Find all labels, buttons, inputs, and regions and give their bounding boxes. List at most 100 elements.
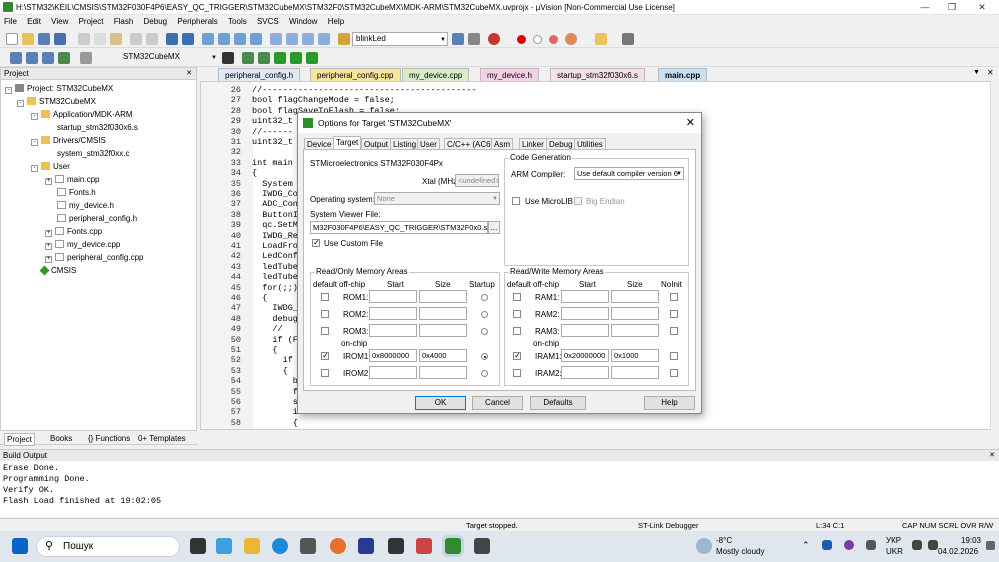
irom1-startup-radio[interactable] (481, 353, 488, 360)
collapse-icon[interactable]: - (31, 113, 38, 120)
copy-icon[interactable] (94, 33, 106, 45)
tab-books[interactable]: Books (50, 433, 72, 444)
rom2-start-input[interactable] (369, 307, 417, 320)
editor-horizontal-scrollbar[interactable] (200, 430, 999, 442)
menu-debug[interactable]: Debug (140, 15, 172, 29)
edge-icon[interactable] (272, 538, 288, 554)
nav-forward-icon[interactable] (182, 33, 194, 45)
expand-icon[interactable]: + (45, 256, 52, 263)
tab-project[interactable]: Project (4, 433, 35, 446)
irom2-start-input[interactable] (369, 366, 417, 379)
os-select[interactable]: None ▼ (374, 192, 500, 205)
redo-icon[interactable] (146, 33, 158, 45)
rebuild-icon[interactable] (42, 52, 54, 64)
menu-view[interactable]: View (47, 15, 72, 29)
tree-item-fonts-h[interactable]: Fonts.h (57, 187, 96, 199)
close-icon[interactable]: ✕ (975, 2, 989, 13)
nav-back-icon[interactable] (166, 33, 178, 45)
new-file-icon[interactable] (6, 33, 18, 45)
ram3-default-checkbox[interactable] (513, 327, 521, 335)
windows-start-icon[interactable] (12, 538, 28, 554)
ram3-noinit-checkbox[interactable] (670, 327, 678, 335)
disable-breakpoint-icon[interactable] (533, 35, 542, 44)
arm-compiler-select[interactable]: Use default compiler version 6 ▼ (574, 167, 684, 180)
paste-icon[interactable] (110, 33, 122, 45)
tree-item-user[interactable]: - User (31, 161, 70, 173)
use-microlib-checkbox[interactable] (512, 197, 520, 205)
bookmark-icon[interactable] (202, 33, 214, 45)
iram2-start-input[interactable] (561, 366, 609, 379)
iram2-size-input[interactable] (611, 366, 659, 379)
chevron-up-icon[interactable]: ⌃ (802, 540, 810, 551)
prev-bookmark-icon[interactable] (218, 33, 230, 45)
language-2[interactable]: UKR (886, 547, 903, 556)
svd-browse-button[interactable]: ... (488, 221, 500, 234)
tab-templates[interactable]: 0+ Templates (138, 433, 186, 444)
expand-icon[interactable]: + (45, 178, 52, 185)
menu-tools[interactable]: Tools (224, 15, 251, 29)
rom3-default-checkbox[interactable] (321, 327, 329, 335)
clear-bookmarks-icon[interactable] (250, 33, 262, 45)
menu-edit[interactable]: Edit (23, 15, 45, 29)
ram1-noinit-checkbox[interactable] (670, 293, 678, 301)
menu-svcs[interactable]: SVCS (253, 15, 283, 29)
tree-item-main-cpp[interactable]: + main.cpp (45, 174, 99, 186)
tray-icon-3[interactable] (866, 540, 876, 550)
tree-item-system[interactable]: system_stm32f0xx.c (57, 148, 129, 160)
find-icon[interactable] (452, 33, 464, 45)
iram1-start-input[interactable]: 0x20000000 (561, 349, 609, 362)
taskbar-search[interactable]: ⚲ Пошук (36, 536, 180, 557)
store-icon[interactable] (300, 538, 316, 554)
close-icon[interactable]: ✕ (186, 68, 192, 80)
translate-icon[interactable] (10, 52, 22, 64)
close-icon[interactable]: ✕ (686, 113, 695, 133)
ram3-start-input[interactable] (561, 324, 609, 337)
ram3-size-input[interactable] (611, 324, 659, 337)
expand-icon[interactable]: + (45, 230, 52, 237)
tree-item-startup[interactable]: startup_stm32f030x6.s (57, 122, 138, 134)
tab-my-device-h[interactable]: my_device.h (480, 68, 539, 81)
batch-build-icon[interactable] (80, 52, 92, 64)
ram2-size-input[interactable] (611, 307, 659, 320)
unindent-icon[interactable] (286, 33, 298, 45)
window-layout-icon[interactable] (595, 33, 607, 45)
manage-components-icon[interactable] (242, 52, 254, 64)
tree-item-my-device-cpp[interactable]: + my_device.cpp (45, 239, 120, 251)
terminal-taskbar-icon[interactable] (474, 538, 490, 554)
notification-icon[interactable] (986, 541, 995, 550)
cancel-button[interactable]: Cancel (472, 396, 523, 410)
incremental-find-icon[interactable] (468, 33, 480, 45)
volume-icon[interactable] (928, 540, 938, 550)
uvision-taskbar-icon[interactable] (445, 538, 461, 554)
select-packs-icon[interactable] (258, 52, 270, 64)
pack-installer-icon[interactable] (274, 52, 286, 64)
rom2-size-input[interactable] (419, 307, 467, 320)
rom1-startup-radio[interactable] (481, 294, 488, 301)
uncomment-icon[interactable] (318, 33, 330, 45)
rom3-start-input[interactable] (369, 324, 417, 337)
tab-startup[interactable]: startup_stm32f030x6.s (550, 68, 645, 81)
file-explorer-icon[interactable] (244, 538, 260, 554)
menu-flash[interactable]: Flash (110, 15, 138, 29)
iram1-noinit-checkbox[interactable] (670, 352, 678, 360)
collapse-icon[interactable]: - (5, 87, 12, 94)
indent-icon[interactable] (270, 33, 282, 45)
tab-target[interactable]: Target (333, 136, 362, 150)
network-icon[interactable] (912, 540, 922, 550)
breakpoints-window-icon[interactable] (565, 33, 577, 45)
minimize-icon[interactable]: — (918, 2, 932, 13)
help-button[interactable]: Help (644, 396, 695, 410)
iram2-noinit-checkbox[interactable] (670, 369, 678, 377)
stm32cubemx-taskbar-icon[interactable] (416, 538, 432, 554)
tab-peripheral-config-h[interactable]: peripheral_config.h (218, 68, 301, 81)
ok-button[interactable]: OK (415, 396, 466, 410)
tab-peripheral-config-cpp[interactable]: peripheral_config.cpp (310, 68, 401, 81)
menu-project[interactable]: Project (75, 15, 108, 29)
close-icon[interactable]: ✕ (987, 68, 994, 77)
comment-icon[interactable] (302, 33, 314, 45)
find-combo[interactable]: blinkLed ▼ (352, 32, 448, 46)
xtal-input[interactable]: <undefined> (455, 174, 499, 187)
ram2-default-checkbox[interactable] (513, 310, 521, 318)
cut-icon[interactable] (78, 33, 90, 45)
ram2-start-input[interactable] (561, 307, 609, 320)
